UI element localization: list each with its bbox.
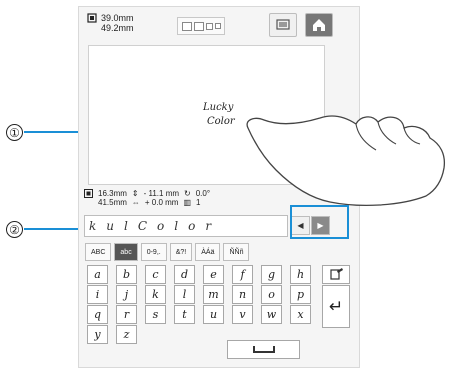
callout-2: ② bbox=[6, 221, 23, 238]
key-v[interactable]: v bbox=[232, 305, 253, 324]
delete-icon bbox=[330, 268, 343, 280]
char-horiz-offset: + 0.0 mm bbox=[144, 198, 179, 207]
pattern-width: 39.0mm bbox=[101, 13, 134, 23]
enter-button[interactable]: ↵ bbox=[322, 285, 350, 328]
home-button[interactable] bbox=[305, 13, 333, 37]
strip-char[interactable]: r bbox=[205, 219, 211, 233]
key-y[interactable]: y bbox=[87, 325, 108, 344]
arrow-highlight bbox=[290, 205, 349, 239]
thread-spool-icon: ▥ bbox=[183, 198, 192, 207]
pattern-height: 49.2mm bbox=[101, 23, 134, 33]
strip-char[interactable]: u bbox=[106, 219, 114, 233]
tab-special[interactable]: ÑÑñ bbox=[223, 243, 250, 261]
tab-accented[interactable]: ÀÁä bbox=[195, 243, 221, 261]
key-i[interactable]: i bbox=[87, 285, 108, 304]
key-t[interactable]: t bbox=[174, 305, 195, 324]
key-n[interactable]: n bbox=[232, 285, 253, 304]
character-type-tabs: ABC abc 0-9,. &?! ÀÁä ÑÑñ bbox=[85, 243, 250, 261]
strip-char[interactable]: k bbox=[89, 219, 96, 233]
strip-char[interactable]: l bbox=[174, 219, 178, 233]
key-e[interactable]: e bbox=[203, 265, 224, 284]
key-c[interactable]: c bbox=[145, 265, 166, 284]
char-angle: 0.0° bbox=[195, 189, 211, 198]
char-vert-offset: - 11.1 mm bbox=[143, 189, 180, 198]
key-l[interactable]: l bbox=[174, 285, 195, 304]
key-o[interactable]: o bbox=[261, 285, 282, 304]
display-icon bbox=[276, 19, 290, 30]
key-f[interactable]: f bbox=[232, 265, 253, 284]
char-height: 41.5mm bbox=[98, 198, 127, 207]
preview-line-2: Color bbox=[207, 116, 235, 127]
character-info: 16.3mm ⇕ - 11.1 mm ↻ 0.0° 41.5mm ⇔ + 0.0… bbox=[84, 189, 210, 207]
rotation-icon: ↻ bbox=[184, 189, 191, 198]
key-p[interactable]: p bbox=[290, 285, 311, 304]
key-z[interactable]: z bbox=[116, 325, 137, 344]
strip-char[interactable]: l bbox=[124, 219, 128, 233]
key-b[interactable]: b bbox=[116, 265, 137, 284]
preview-line-1: Lucky bbox=[203, 102, 234, 113]
tab-uppercase[interactable]: ABC bbox=[85, 243, 112, 261]
space-icon bbox=[252, 346, 275, 353]
key-g[interactable]: g bbox=[261, 265, 282, 284]
key-r[interactable]: r bbox=[116, 305, 137, 324]
home-icon bbox=[313, 19, 325, 31]
horizontal-offset-icon: ⇔ bbox=[131, 198, 140, 207]
char-width: 16.3mm bbox=[98, 189, 127, 198]
callout-1: ① bbox=[6, 124, 23, 141]
color-count: 1 bbox=[196, 198, 201, 207]
tab-lowercase[interactable]: abc bbox=[114, 243, 138, 261]
strip-char[interactable]: o bbox=[157, 219, 164, 233]
strip-char[interactable]: o bbox=[188, 219, 195, 233]
key-x[interactable]: x bbox=[290, 305, 311, 324]
hoop-size-button[interactable] bbox=[177, 17, 225, 35]
key-u[interactable]: u bbox=[203, 305, 224, 324]
space-button[interactable] bbox=[227, 340, 300, 359]
pattern-size-block: 39.0mm 49.2mm bbox=[87, 13, 134, 33]
key-h[interactable]: h bbox=[290, 265, 311, 284]
delete-button[interactable] bbox=[322, 265, 350, 284]
pattern-size-icon bbox=[87, 13, 97, 23]
tab-numbers[interactable]: 0-9,. bbox=[140, 243, 167, 261]
key-m[interactable]: m bbox=[203, 285, 224, 304]
key-q[interactable]: q bbox=[87, 305, 108, 324]
display-button[interactable] bbox=[269, 13, 297, 37]
enter-icon: ↵ bbox=[328, 296, 344, 316]
key-j[interactable]: j bbox=[116, 285, 137, 304]
key-k[interactable]: k bbox=[145, 285, 166, 304]
vertical-offset-icon: ⇕ bbox=[131, 189, 139, 198]
strip-char[interactable]: C bbox=[138, 219, 147, 233]
character-size-icon bbox=[84, 189, 93, 198]
key-d[interactable]: d bbox=[174, 265, 195, 284]
key-w[interactable]: w bbox=[261, 305, 282, 324]
key-s[interactable]: s bbox=[145, 305, 166, 324]
pointing-hand-icon bbox=[246, 115, 446, 207]
key-a[interactable]: a bbox=[87, 265, 108, 284]
tab-symbols[interactable]: &?! bbox=[169, 243, 193, 261]
